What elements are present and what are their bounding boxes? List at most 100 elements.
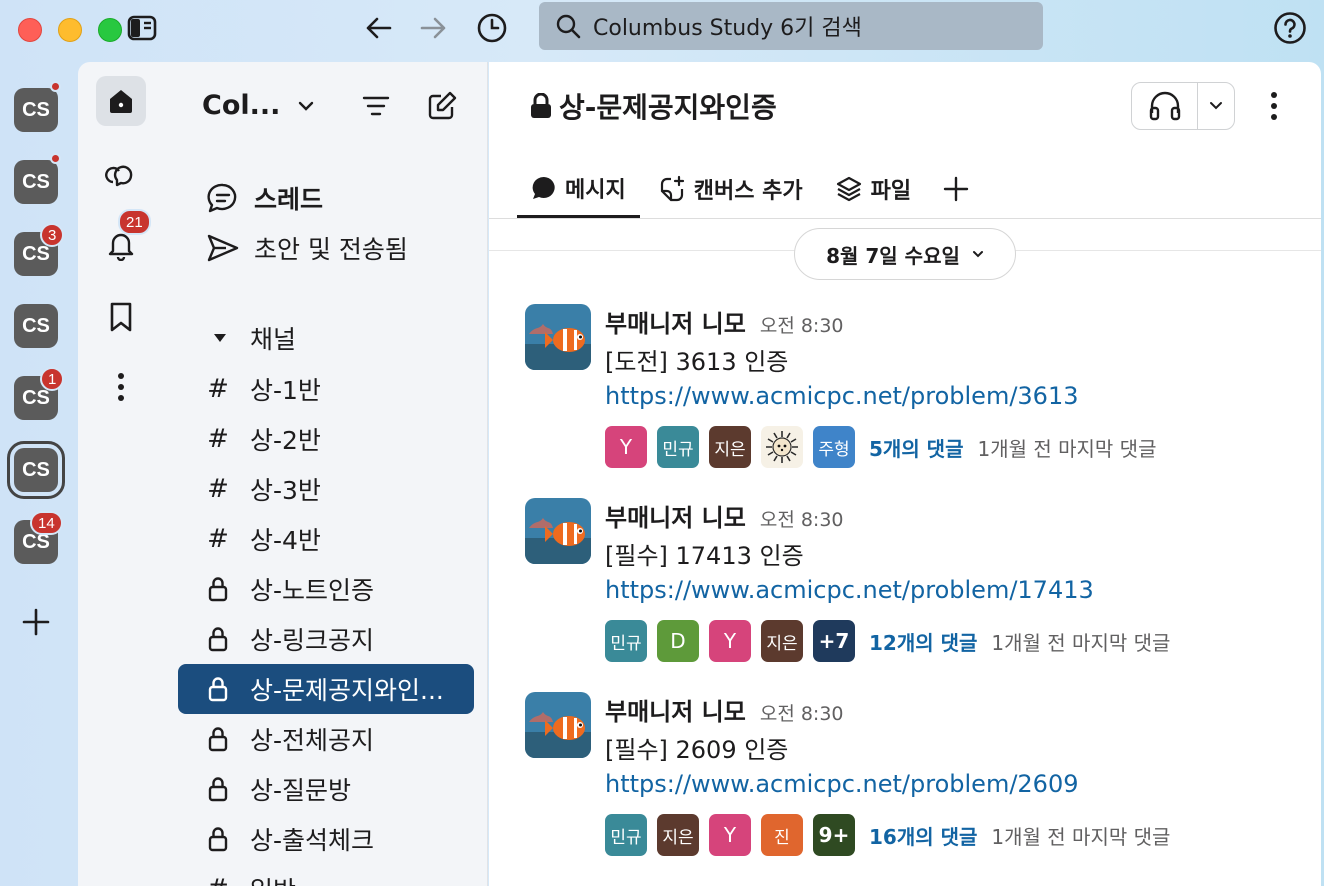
hash-icon: # — [207, 474, 229, 504]
tab-add-canvas[interactable]: 캔버스 추가 — [644, 160, 817, 218]
search-bar[interactable]: Columbus Study 6기 검색 — [539, 2, 1043, 50]
lock-icon — [206, 626, 230, 652]
thread-summary[interactable]: 민규 지은 Y 진 9+ 16개의 댓글 1개월 전 마지막 댓글 — [605, 814, 1170, 856]
compose-icon — [428, 91, 457, 120]
drafts-item[interactable]: 초안 및 전송됨 — [206, 230, 408, 266]
forward-arrow-icon[interactable] — [414, 8, 454, 48]
workspace-menu[interactable]: Col... — [202, 90, 314, 121]
close-window-button[interactable] — [18, 18, 42, 42]
thread-summary[interactable]: 민규 D Y 지은 +7 12개의 댓글 1개월 전 마지막 댓글 — [605, 620, 1170, 662]
lock-icon — [206, 826, 230, 852]
replier-avatar: 주형 — [813, 426, 855, 468]
huddle-button[interactable] — [1132, 83, 1198, 129]
workspace-1[interactable]: CS — [14, 88, 58, 132]
reply-count-link[interactable]: 12개의 댓글 — [869, 627, 977, 656]
channel-item[interactable]: # 상-3반 — [178, 464, 474, 514]
channel-item[interactable]: 상-노트인증 — [178, 564, 474, 614]
channel-item[interactable]: 상-질문방 — [178, 764, 474, 814]
author-name[interactable]: 부매니저 니모 — [605, 498, 746, 533]
channel-name: 상-전체공지 — [250, 726, 375, 755]
hash-icon: # — [206, 874, 230, 886]
saved-button[interactable] — [96, 292, 146, 342]
last-reply-text: 1개월 전 마지막 댓글 — [977, 436, 1157, 461]
message-link[interactable]: https://www.acmicpc.net/problem/3613 — [605, 382, 1078, 410]
workspace-label: CS — [22, 98, 50, 121]
workspace-4[interactable]: CS — [14, 304, 58, 348]
channel-item-active[interactable]: 상-문제공지와인... — [178, 664, 474, 714]
lock-icon — [206, 576, 230, 602]
date-divider-button[interactable]: 8월 7일 수요일 — [794, 228, 1016, 280]
headphones-icon — [1149, 91, 1180, 121]
channel-name: 상-1반 — [250, 376, 321, 405]
workspace-label: CS — [22, 170, 50, 193]
back-arrow-icon[interactable] — [358, 8, 398, 48]
author-avatar[interactable] — [525, 304, 591, 370]
search-icon — [556, 14, 581, 39]
history-clock-icon[interactable] — [472, 8, 512, 48]
zoom-window-button[interactable] — [98, 18, 122, 42]
compose-button[interactable] — [424, 88, 460, 124]
reply-count-link[interactable]: 5개의 댓글 — [869, 433, 963, 462]
message-time[interactable]: 오전 8:30 — [760, 505, 844, 532]
caret-down-icon — [214, 334, 226, 342]
hash-icon: # — [207, 374, 229, 404]
workspace-label: CS — [22, 314, 50, 337]
channel-header-button[interactable]: 상-문제공지와인증 — [529, 86, 777, 126]
channel-more-button[interactable] — [1259, 86, 1289, 126]
dms-button[interactable] — [96, 148, 146, 198]
author-avatar[interactable] — [525, 692, 591, 758]
add-tab-button[interactable] — [929, 160, 983, 218]
channel-title: 상-문제공지와인증 — [559, 91, 777, 124]
workspace-label: CS — [22, 242, 50, 265]
channel-item[interactable]: # 상-2반 — [178, 414, 474, 464]
plus-icon — [22, 608, 50, 636]
minimize-window-button[interactable] — [58, 18, 82, 42]
message-time[interactable]: 오전 8:30 — [760, 699, 844, 726]
author-name[interactable]: 부매니저 니모 — [605, 304, 746, 339]
message-link[interactable]: https://www.acmicpc.net/problem/2609 — [605, 770, 1078, 798]
tab-files[interactable]: 파일 — [821, 160, 925, 218]
replier-avatar: Y — [709, 814, 751, 856]
plus-icon — [943, 176, 969, 202]
workspace-2[interactable]: CS — [14, 160, 58, 204]
navigation-rail: 21 — [78, 62, 166, 886]
more-repliers-count: 9+ — [813, 814, 855, 856]
channel-item[interactable]: 상-출석체크 — [178, 814, 474, 864]
workspace-badge: 3 — [40, 223, 65, 247]
workspace-6-active[interactable]: CS — [7, 441, 65, 499]
channel-item[interactable]: 상-링크공지 — [178, 614, 474, 664]
sidebar-toggle-icon[interactable] — [122, 8, 162, 48]
channel-sidebar: Col... 스레드 초안 및 전송됨 채널 # 상-1반 # 상-2반 # 상-3반… — [166, 62, 488, 886]
channel-name: 상-2반 — [250, 426, 321, 455]
last-reply-text: 1개월 전 마지막 댓글 — [991, 824, 1171, 849]
channels-section-header[interactable]: 채널 — [212, 320, 296, 356]
author-avatar[interactable] — [525, 498, 591, 564]
channel-item[interactable]: # 일반 — [178, 864, 474, 886]
home-button[interactable] — [96, 76, 146, 126]
huddle-control — [1131, 82, 1235, 130]
channel-item[interactable]: 상-전체공지 — [178, 714, 474, 764]
hash-icon: # — [207, 524, 229, 554]
tab-label: 파일 — [870, 179, 912, 204]
channel-item[interactable]: # 상-1반 — [178, 364, 474, 414]
add-workspace-button[interactable] — [14, 600, 58, 644]
channel-item[interactable]: # 상-4반 — [178, 514, 474, 564]
replier-avatar: 지은 — [709, 426, 751, 468]
message-time[interactable]: 오전 8:30 — [760, 311, 844, 338]
filter-button[interactable] — [358, 88, 394, 124]
replier-avatar: 민규 — [605, 814, 647, 856]
message-link[interactable]: https://www.acmicpc.net/problem/17413 — [605, 576, 1094, 604]
help-icon[interactable] — [1270, 8, 1310, 48]
thread-summary[interactable]: Y 민규 지은 주형 5개의 댓글 1개월 전 마지막 댓글 — [605, 426, 1156, 468]
replier-avatar: Y — [605, 426, 647, 468]
huddle-options-button[interactable] — [1198, 101, 1234, 111]
more-button[interactable] — [96, 362, 146, 412]
filter-icon — [362, 96, 390, 116]
threads-item[interactable]: 스레드 — [206, 180, 323, 216]
tab-messages[interactable]: 메시지 — [517, 160, 640, 218]
workspace-badge: 14 — [30, 511, 63, 535]
more-vertical-icon — [1271, 92, 1277, 120]
reply-count-link[interactable]: 16개의 댓글 — [869, 821, 977, 850]
author-name[interactable]: 부매니저 니모 — [605, 692, 746, 727]
lock-icon — [206, 776, 230, 802]
